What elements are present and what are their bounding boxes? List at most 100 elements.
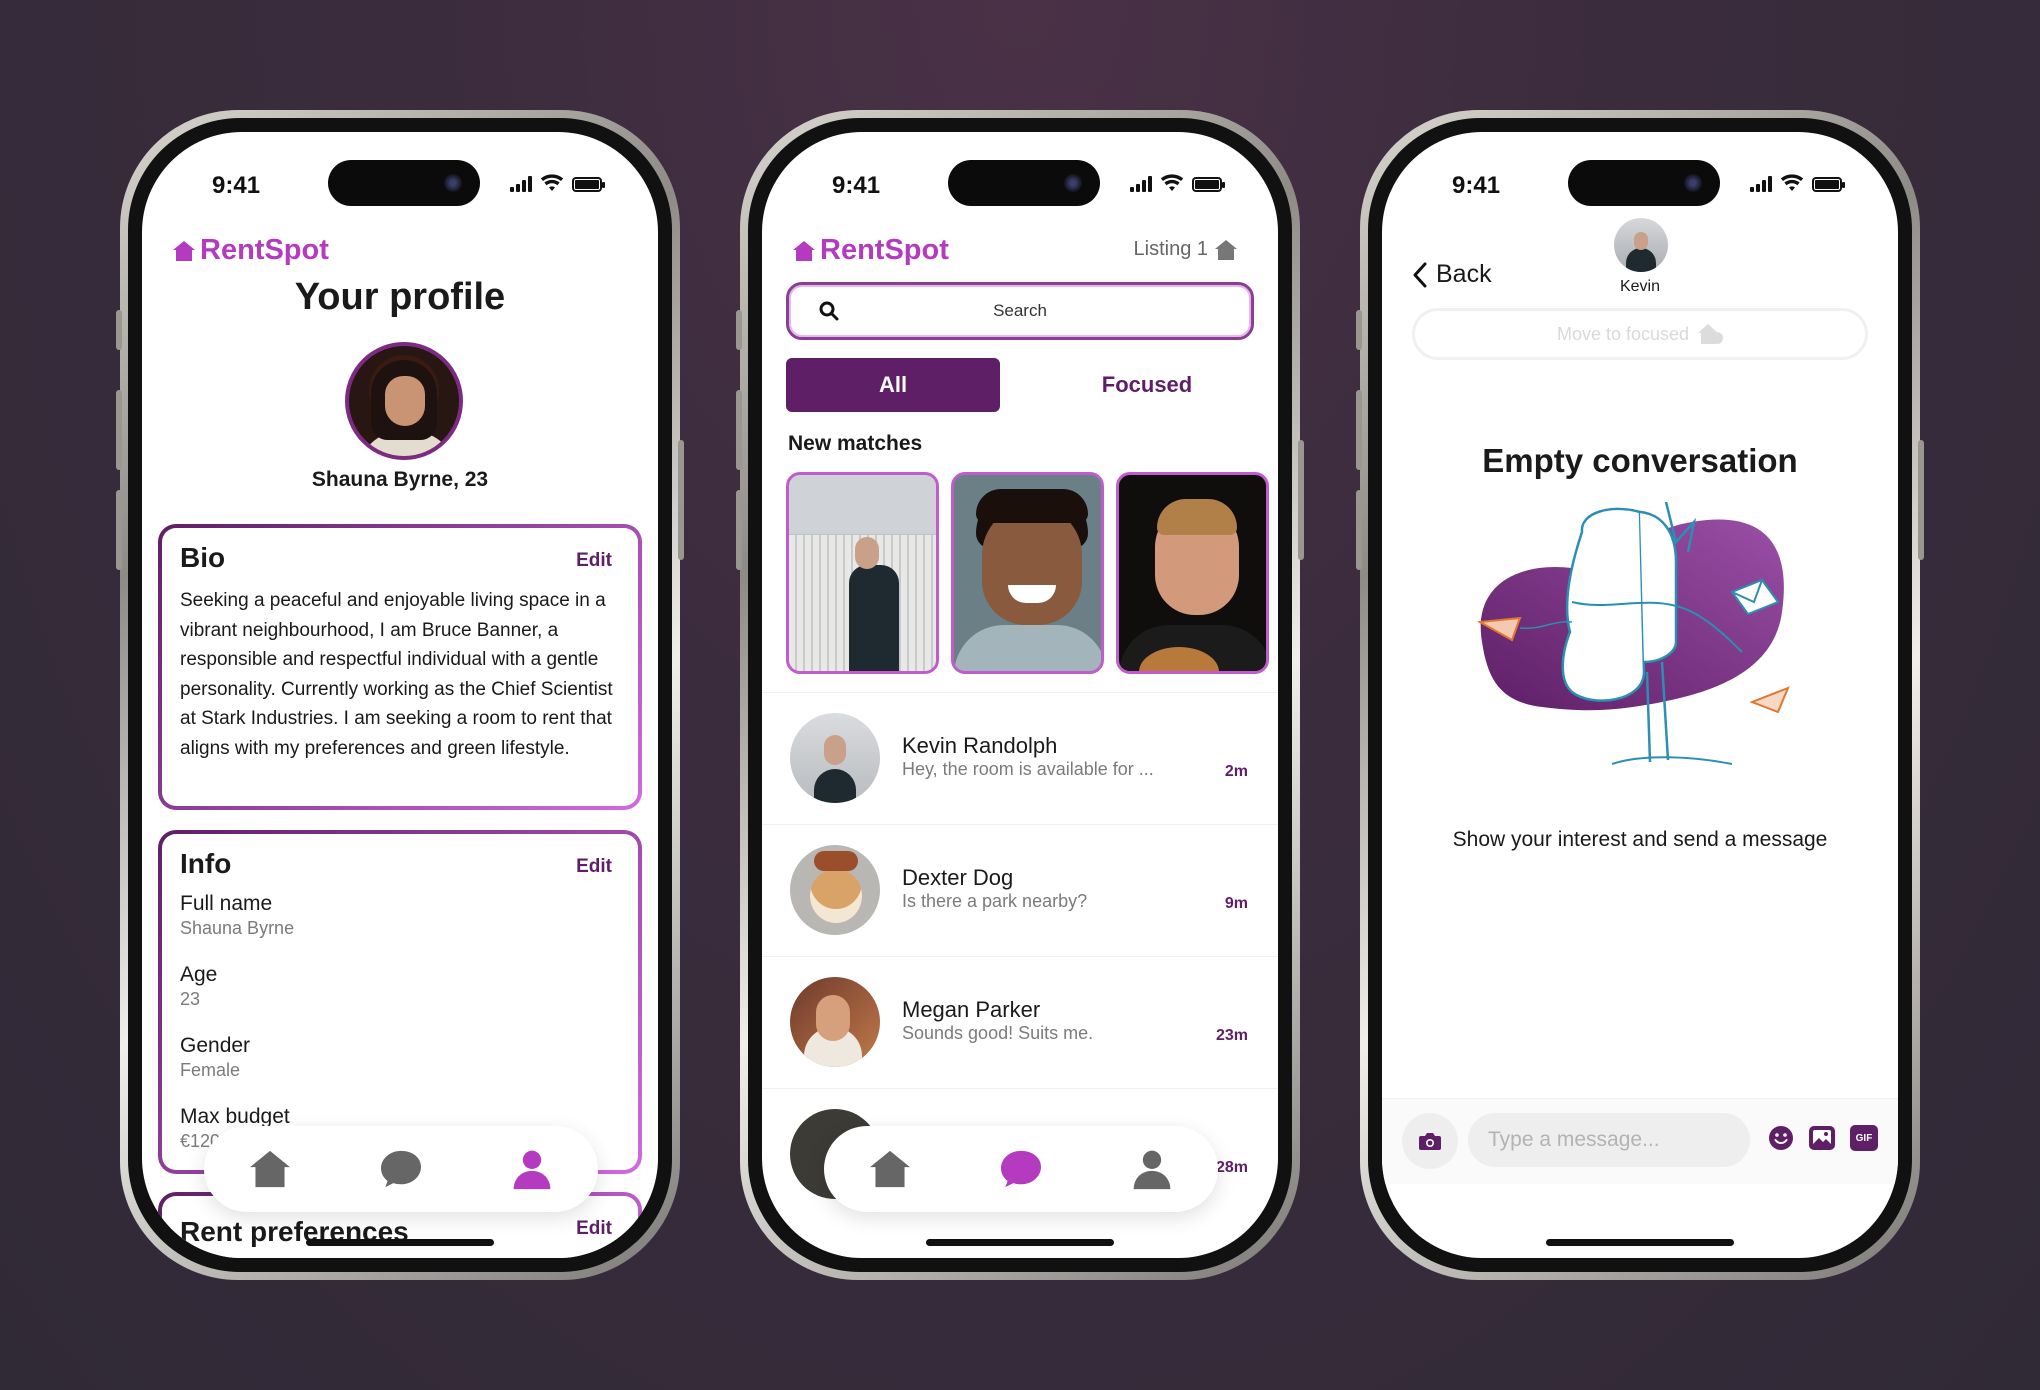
status-bar: 9:41 <box>142 132 658 212</box>
status-bar: 9:41 <box>1382 132 1898 212</box>
house-add-icon <box>1698 324 1724 344</box>
chat-time: 23m <box>1215 1027 1248 1044</box>
gif-button[interactable]: GIF <box>1850 1125 1878 1151</box>
home-tab-icon[interactable] <box>868 1149 912 1189</box>
phone-side-button <box>1356 310 1362 350</box>
signal-icon <box>510 176 532 192</box>
new-matches-title: New matches <box>788 432 923 455</box>
battery-icon <box>1812 177 1845 192</box>
info-card: Info Edit Full name Shauna Byrne Age 23 … <box>158 830 642 1174</box>
match-card[interactable] <box>951 472 1104 674</box>
phone-side-button <box>1298 440 1304 560</box>
tab-bar <box>824 1126 1218 1212</box>
brand-logo: RentSpot <box>172 234 329 267</box>
search-placeholder: Search <box>993 301 1047 320</box>
battery-icon <box>572 177 605 192</box>
home-indicator <box>306 1239 494 1246</box>
new-matches-carousel <box>786 472 1278 674</box>
listing-selector[interactable]: Listing 1 <box>1134 238 1239 261</box>
bio-edit-button[interactable]: Edit <box>576 550 612 572</box>
status-bar: 9:41 <box>762 132 1278 212</box>
chat-row[interactable]: Megan Parker Sounds good! Suits me. 23m <box>762 956 1278 1088</box>
match-card[interactable] <box>1116 472 1269 674</box>
age-label: Age <box>180 963 218 986</box>
info-title: Info <box>180 848 232 879</box>
age-value: 23 <box>180 989 201 1009</box>
background: 9:41 RentSpot Your profile Shauna Byrne,… <box>0 0 2040 1390</box>
message-composer: GIF <box>1382 1098 1898 1184</box>
avatar <box>790 713 880 803</box>
phone-conversation: 9:41 Back Kevin Move to focused Empty co… <box>1356 110 1924 1280</box>
avatar <box>790 845 880 935</box>
contact-avatar[interactable] <box>1614 218 1668 272</box>
phone-side-button <box>678 440 684 560</box>
signal-icon <box>1130 176 1152 192</box>
chat-row[interactable]: Dexter Dog Is there a park nearby? 9m <box>762 824 1278 956</box>
filter-tabs: All Focused <box>786 358 1254 412</box>
brand-name: RentSpot <box>200 234 329 266</box>
gender-value: Female <box>180 1060 241 1080</box>
chat-time: 28m <box>1215 1159 1248 1176</box>
image-icon[interactable] <box>1808 1125 1836 1151</box>
phone-side-button <box>116 310 122 350</box>
phone-profile: 9:41 RentSpot Your profile Shauna Byrne,… <box>116 110 684 1280</box>
search-icon <box>819 301 839 321</box>
profile-avatar[interactable] <box>345 342 463 460</box>
empty-conversation-hint: Show your interest and send a message <box>1452 828 1828 851</box>
bio-text: Seeking a peaceful and enjoyable living … <box>180 590 613 759</box>
home-indicator <box>926 1239 1114 1246</box>
phone-side-button <box>1356 490 1362 570</box>
search-bar[interactable]: Search <box>786 282 1254 340</box>
phone-side-button <box>736 490 742 570</box>
chat-time: 2m <box>1224 763 1248 780</box>
tab-all[interactable]: All <box>786 358 1000 412</box>
avatar <box>790 977 880 1067</box>
messages-tab-icon[interactable] <box>999 1149 1043 1189</box>
dynamic-island <box>328 160 480 206</box>
move-to-focused-button[interactable]: Move to focused <box>1412 308 1868 360</box>
house-icon <box>1215 239 1237 260</box>
page-title: Your profile <box>294 276 506 318</box>
message-input[interactable] <box>1468 1113 1750 1167</box>
status-time: 9:41 <box>832 172 881 199</box>
empty-conversation-title: Empty conversation <box>1482 442 1798 479</box>
status-time: 9:41 <box>1452 172 1501 199</box>
full-name-label: Full name <box>180 892 273 915</box>
home-tab-icon[interactable] <box>248 1149 292 1189</box>
wifi-icon <box>1780 174 1804 191</box>
wifi-icon <box>1160 174 1184 191</box>
profile-name: Shauna Byrne, 23 <box>311 468 489 491</box>
chat-preview: Hey, the room is available for ... <box>902 759 1154 779</box>
phone-side-button <box>116 490 122 570</box>
signal-icon <box>1750 176 1772 192</box>
emoji-icon[interactable] <box>1768 1125 1794 1151</box>
chat-row[interactable]: Kevin Randolph Hey, the room is availabl… <box>762 692 1278 824</box>
conversation-screen: 9:41 Back Kevin Move to focused Empty co… <box>1382 132 1898 1258</box>
house-icon <box>173 240 195 261</box>
chat-preview: Sounds good! Suits me. <box>902 1023 1094 1043</box>
rent-preferences-edit-button[interactable]: Edit <box>576 1218 612 1240</box>
move-to-focused-label: Move to focused <box>1556 323 1690 344</box>
phone-side-button <box>736 390 742 470</box>
contact-name: Kevin <box>1619 278 1661 295</box>
listing-label: Listing 1 <box>1133 238 1209 260</box>
profile-tab-icon[interactable] <box>510 1147 554 1191</box>
chat-name: Dexter Dog <box>902 865 1014 890</box>
messages-tab-icon[interactable] <box>379 1149 423 1189</box>
wifi-icon <box>540 174 564 191</box>
dynamic-island <box>1568 160 1720 206</box>
match-card[interactable] <box>786 472 939 674</box>
profile-tab-icon[interactable] <box>1130 1147 1174 1191</box>
info-edit-button[interactable]: Edit <box>576 856 612 878</box>
chat-name: Kevin Randolph <box>902 733 1058 758</box>
phone-side-button <box>116 390 122 470</box>
brand-name: RentSpot <box>820 234 949 266</box>
tab-focused[interactable]: Focused <box>1040 358 1254 412</box>
phone-side-button <box>1356 390 1362 470</box>
camera-icon <box>1419 1133 1441 1150</box>
battery-icon <box>1192 177 1225 192</box>
home-indicator <box>1546 1239 1734 1246</box>
phone-side-button <box>1918 440 1924 560</box>
chat-preview: Is there a park nearby? <box>902 891 1088 911</box>
camera-button[interactable] <box>1402 1113 1458 1169</box>
